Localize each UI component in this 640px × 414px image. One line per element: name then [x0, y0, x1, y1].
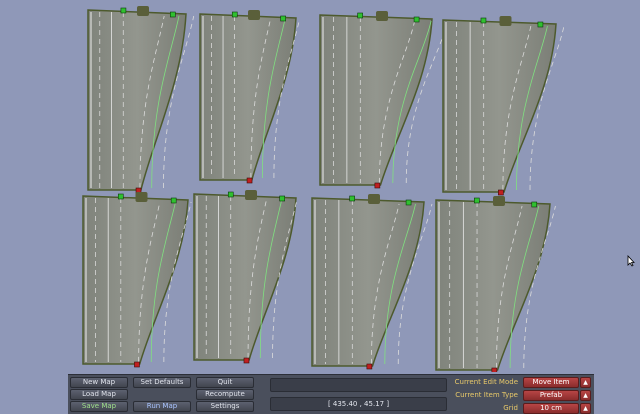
quit-button[interactable]: Quit — [196, 377, 254, 388]
road-prefab[interactable] — [82, 192, 192, 368]
start-node[interactable] — [349, 195, 355, 202]
new-map-button[interactable]: New Map — [70, 377, 128, 388]
road-surface — [193, 193, 297, 361]
coordinate-readout: [ 435.40 , 45.17 ] — [270, 397, 447, 411]
start-node[interactable] — [474, 197, 480, 204]
item-type-label: Current Item Type — [455, 391, 518, 399]
end-node[interactable] — [537, 21, 544, 28]
prefab-handle-icon[interactable] — [368, 194, 380, 204]
start-node[interactable] — [357, 12, 363, 19]
road-prefab[interactable] — [193, 190, 298, 364]
start-node[interactable] — [480, 17, 487, 24]
end-node[interactable] — [280, 15, 286, 22]
prefab-handle-icon[interactable] — [245, 190, 257, 200]
prefab-handle-icon[interactable] — [376, 11, 388, 21]
load-map-button[interactable]: Load Map — [70, 389, 128, 400]
grid-select[interactable]: 10 cm — [523, 403, 579, 414]
bottom-node[interactable] — [498, 189, 504, 196]
prefab-handle-icon[interactable] — [499, 16, 512, 26]
end-node[interactable] — [413, 16, 420, 23]
settings-button[interactable]: Settings — [196, 401, 254, 412]
item-type-arrow-icon[interactable]: ▲ — [580, 390, 591, 401]
edit-mode-select[interactable]: Move Item — [523, 377, 579, 388]
road-surface — [82, 195, 189, 365]
save-map-button[interactable]: Save Map — [70, 401, 128, 412]
end-node[interactable] — [170, 197, 177, 204]
end-node[interactable] — [170, 11, 176, 18]
road-prefab[interactable] — [199, 10, 300, 184]
prefab-handle-icon[interactable] — [248, 10, 260, 20]
road-surface — [199, 13, 297, 181]
start-node[interactable] — [231, 11, 238, 18]
road-surface — [442, 19, 557, 193]
start-node[interactable] — [227, 191, 234, 198]
mouse-pointer-icon — [627, 255, 635, 267]
road-prefab[interactable] — [442, 16, 565, 196]
set-defaults-button[interactable]: Set Defaults — [133, 377, 191, 388]
bottom-node[interactable] — [366, 363, 373, 370]
grid-label: Grid — [503, 404, 518, 412]
road-surface — [319, 14, 433, 186]
start-node[interactable] — [120, 7, 127, 14]
grid-arrow-icon[interactable]: ▲ — [580, 403, 591, 414]
end-node[interactable] — [531, 201, 538, 208]
recompute-button[interactable]: Recompute — [196, 389, 254, 400]
road-surface — [311, 197, 425, 367]
road-prefab[interactable] — [87, 6, 195, 194]
road-prefab[interactable] — [319, 11, 448, 189]
run-map-button[interactable]: Run Map — [133, 401, 191, 412]
bottom-node[interactable] — [243, 357, 250, 364]
road-prefab[interactable] — [435, 196, 556, 372]
road-surface — [87, 9, 187, 191]
bottom-node[interactable] — [374, 182, 381, 189]
bottom-node[interactable] — [134, 361, 140, 368]
edit-mode-label: Current Edit Mode — [454, 378, 518, 386]
item-type-select[interactable]: Prefab — [523, 390, 579, 401]
editor-toolbar: New Map Load Map Save Map Set Defaults R… — [68, 374, 594, 414]
start-node[interactable] — [117, 193, 124, 200]
prefab-handle-icon[interactable] — [135, 192, 148, 202]
road-prefab[interactable] — [311, 194, 433, 370]
status-message — [270, 378, 447, 392]
edit-mode-arrow-icon[interactable]: ▲ — [580, 377, 591, 388]
bottom-node[interactable] — [246, 177, 253, 184]
bottom-node[interactable] — [491, 367, 498, 372]
end-node[interactable] — [279, 195, 285, 202]
prefab-handle-icon[interactable] — [137, 6, 149, 16]
map-viewport[interactable] — [0, 0, 640, 372]
prefab-handle-icon[interactable] — [493, 196, 505, 206]
end-node[interactable] — [405, 199, 412, 206]
